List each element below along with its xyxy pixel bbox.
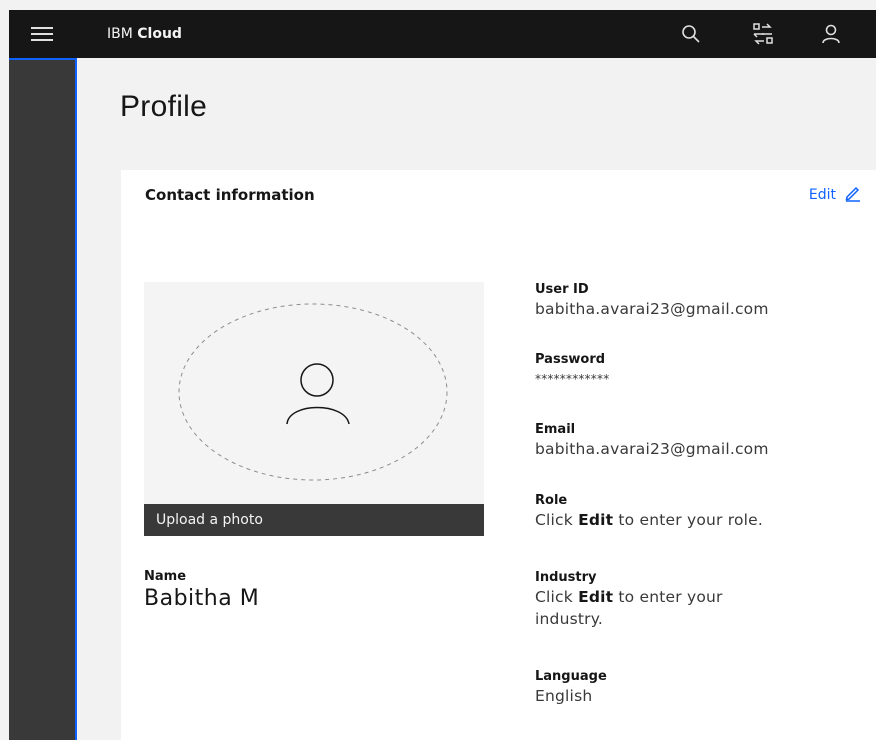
field-value: Click Edit to enter your industry. bbox=[535, 586, 795, 630]
field-label: Role bbox=[535, 493, 568, 508]
field-value: English bbox=[535, 687, 593, 705]
field-value: babitha.avarai23@gmail.com bbox=[535, 440, 769, 458]
field-label: Password bbox=[535, 352, 606, 367]
role-edit-word: Edit bbox=[578, 511, 614, 529]
brand-name[interactable]: IBM Cloud bbox=[107, 10, 182, 58]
name-value: Babitha M bbox=[144, 586, 260, 611]
field-industry: Industry Click Edit to enter your indust… bbox=[535, 570, 865, 630]
page-title: Profile bbox=[120, 90, 208, 123]
field-label: Language bbox=[535, 669, 607, 684]
field-label: User ID bbox=[535, 282, 589, 297]
field-value: ************ bbox=[535, 372, 610, 386]
field-email: Email babitha.avarai23@gmail.com bbox=[535, 422, 865, 460]
field-value: babitha.avarai23@gmail.com bbox=[535, 300, 769, 318]
field-password: Password ************ bbox=[535, 352, 865, 390]
avatar-icon bbox=[177, 302, 449, 482]
search-icon[interactable] bbox=[679, 22, 703, 46]
side-nav bbox=[9, 58, 77, 740]
name-label: Name bbox=[144, 569, 187, 584]
switcher-icon[interactable] bbox=[751, 22, 775, 46]
upload-photo-button[interactable]: Upload a photo bbox=[144, 504, 484, 536]
edit-label: Edit bbox=[808, 187, 836, 203]
brand-light: IBM bbox=[107, 26, 138, 42]
industry-edit-word: Edit bbox=[578, 588, 614, 606]
top-header: IBM Cloud bbox=[9, 10, 876, 58]
field-language: Language English bbox=[535, 669, 865, 707]
field-user-id: User ID babitha.avarai23@gmail.com bbox=[535, 282, 865, 320]
role-prefix: Click bbox=[535, 511, 579, 529]
user-icon[interactable] bbox=[819, 22, 843, 46]
field-label: Email bbox=[535, 422, 576, 437]
photo-placeholder[interactable]: Upload a photo bbox=[144, 282, 484, 536]
edit-icon bbox=[844, 184, 862, 206]
industry-prefix: Click bbox=[535, 588, 579, 606]
brand-bold: Cloud bbox=[137, 26, 182, 42]
role-suffix: to enter your role. bbox=[613, 511, 764, 529]
menu-icon[interactable] bbox=[31, 24, 55, 44]
side-nav-accent bbox=[9, 58, 75, 60]
field-value: Click Edit to enter your role. bbox=[535, 509, 865, 531]
field-label: Industry bbox=[535, 570, 597, 585]
contact-info-card: Contact information Edit Upload a photo … bbox=[121, 170, 876, 740]
edit-button[interactable]: Edit bbox=[809, 184, 862, 206]
card-title: Contact information bbox=[145, 186, 315, 204]
field-role: Role Click Edit to enter your role. bbox=[535, 493, 865, 531]
